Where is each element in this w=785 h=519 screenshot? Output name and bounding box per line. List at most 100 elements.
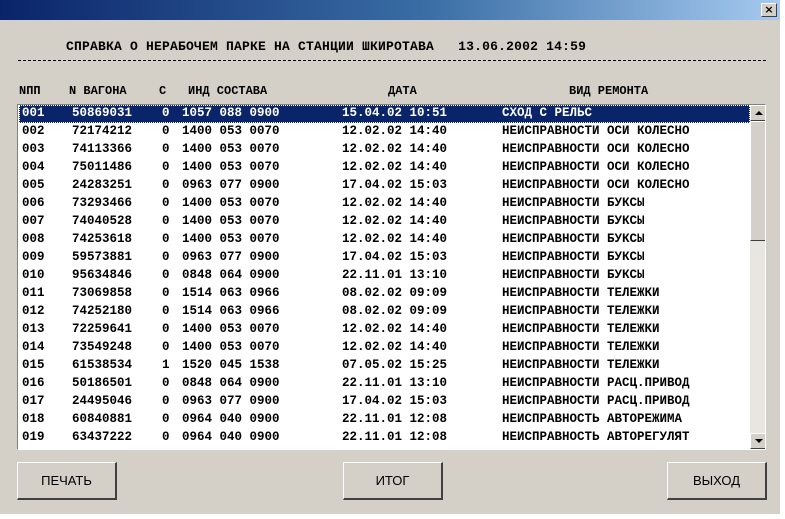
table-row[interactable]: 001 50869031 0 1057 088 0900 15.04.02 10:51 С… [19,105,750,123]
table-row[interactable]: 014 73549248 0 1400 053 0070 12.02.02 14:40 Н… [19,339,750,357]
report-date: 13.06.2002 14:59 [458,39,587,54]
cell-repair: НЕИСПРАВНОСТИ БУКСЫ [502,232,645,246]
table-row[interactable]: 002 72174212 0 1400 053 0070 12.02.02 14:40 Н… [19,123,750,141]
cell-repair: НЕИСПРАВНОСТЬ АВТОРЕЖИМА [502,412,683,426]
cell-npp: 012 [22,304,45,318]
cell-c: 0 [162,160,170,174]
cell-train: 0848 064 0900 [182,268,280,282]
cell-npp: 015 [22,358,45,372]
cell-train: 1400 053 0070 [182,322,280,336]
cell-wagon: 60840881 [72,412,133,426]
title-bar[interactable] [0,0,780,20]
cell-train: 1520 045 1538 [182,358,280,372]
cell-repair: НЕИСПРАВНОСТИ ТЕЛЕЖКИ [502,304,660,318]
cell-repair: НЕИСПРАВНОСТИ ОСИ КОЛЕСНО [502,160,690,174]
print-button[interactable]: ПЕЧАТЬ [17,462,117,500]
cell-wagon: 50869031 [72,106,133,120]
table-row[interactable]: 004 75011486 0 1400 053 0070 12.02.02 14:40 Н… [19,159,750,177]
table-row[interactable]: 012 74252180 0 1514 063 0966 08.02.02 09:09 Н… [19,303,750,321]
table-row[interactable]: 017 24495046 0 0963 077 0900 17.04.02 15:03 Н… [19,393,750,411]
cell-c: 0 [162,232,170,246]
table-row[interactable]: 019 63437222 0 0964 040 0900 22.11.01 12:08 Н… [19,429,750,447]
cell-wagon: 50186501 [72,376,133,390]
table-row[interactable]: 018 60840881 0 0964 040 0900 22.11.01 12:08 Н… [19,411,750,429]
cell-wagon: 74252180 [72,304,133,318]
cell-c: 0 [162,250,170,264]
table-row[interactable]: 007 74040528 0 1400 053 0070 12.02.02 14:40 Н… [19,213,750,231]
cell-train: 1057 088 0900 [182,106,280,120]
table-row[interactable]: 010 95634846 0 0848 064 0900 22.11.01 13:10 Н… [19,267,750,285]
cell-wagon: 95634846 [72,268,133,282]
cell-date: 17.04.02 15:03 [342,394,448,408]
table-row[interactable]: 016 50186501 0 0848 064 0900 22.11.01 13:10 Н… [19,375,750,393]
cell-date: 22.11.01 12:08 [342,412,448,426]
cell-date: 12.02.02 14:40 [342,142,448,156]
cell-date: 17.04.02 15:03 [342,250,448,264]
cell-npp: 018 [22,412,45,426]
cell-c: 0 [162,304,170,318]
col-header-c: С [159,84,167,98]
cell-npp: 006 [22,196,45,210]
cell-date: 08.02.02 09:09 [342,304,448,318]
table-row[interactable]: 005 24283251 0 0963 077 0900 17.04.02 15:03 Н… [19,177,750,195]
cell-repair: НЕИСПРАВНОСТИ БУКСЫ [502,250,645,264]
cell-date: 22.11.01 13:10 [342,268,448,282]
table-row[interactable]: 008 74253618 0 1400 053 0070 12.02.02 14:40 Н… [19,231,750,249]
close-button[interactable]: × [761,3,777,17]
cell-c: 0 [162,430,170,444]
cell-c: 0 [162,214,170,228]
cell-wagon: 61538534 [72,358,133,372]
cell-wagon: 73549248 [72,340,133,354]
cell-train: 1400 053 0070 [182,142,280,156]
cell-wagon: 74253618 [72,232,133,246]
cell-date: 22.11.01 12:08 [342,430,448,444]
cell-repair: НЕИСПРАВНОСТИ ОСИ КОЛЕСНО [502,124,690,138]
cell-train: 0964 040 0900 [182,412,280,426]
table-row[interactable]: 009 59573881 0 0963 077 0900 17.04.02 15:03 Н… [19,249,750,267]
cell-date: 12.02.02 14:40 [342,124,448,138]
cell-npp: 011 [22,286,45,300]
report-window: × СПРАВКА О НЕРАБОЧЕМ ПАРКЕ НА СТАНЦИИ Ш… [0,0,780,514]
table-row[interactable]: 006 73293466 0 1400 053 0070 12.02.02 14:40 Н… [19,195,750,213]
table-row[interactable]: 015 61538534 1 1520 045 1538 07.05.02 15:25 Н… [19,357,750,375]
scroll-thumb[interactable] [750,121,765,241]
cell-c: 0 [162,124,170,138]
cell-train: 0848 064 0900 [182,376,280,390]
cell-repair: СХОД С РЕЛЬС [502,106,593,120]
scroll-up-button[interactable] [750,105,765,121]
header-divider [18,60,766,61]
cell-c: 0 [162,394,170,408]
cell-wagon: 73069858 [72,286,133,300]
wagon-list[interactable]: 019 63437222 0 0964 040 0900 22.11.01 12:08 Н… [17,104,766,450]
scroll-down-button[interactable] [750,433,765,449]
cell-npp: 007 [22,214,45,228]
cell-train: 0964 040 0900 [182,430,280,444]
table-row[interactable]: 003 74113366 0 1400 053 0070 12.02.02 14:40 Н… [19,141,750,159]
table-row[interactable]: 013 72259641 0 1400 053 0070 12.02.02 14:40 Н… [19,321,750,339]
col-header-repair: ВИД РЕМОНТА [569,84,649,98]
cell-npp: 008 [22,232,45,246]
cell-date: 22.11.01 13:10 [342,376,448,390]
cell-train: 1400 053 0070 [182,160,280,174]
cell-repair: НЕИСПРАВНОСТИ БУКСЫ [502,268,645,282]
exit-button[interactable]: ВЫХОД [667,462,767,500]
cell-c: 1 [162,358,170,372]
vertical-scrollbar[interactable] [750,105,765,449]
cell-repair: НЕИСПРАВНОСТИ БУКСЫ [502,196,645,210]
cell-wagon: 75011486 [72,160,133,174]
cell-npp: 017 [22,394,45,408]
report-title: СПРАВКА О НЕРАБОЧЕМ ПАРКЕ НА СТАНЦИИ ШКИ… [66,39,435,54]
cell-c: 0 [162,376,170,390]
cell-wagon: 24495046 [72,394,133,408]
cell-train: 1400 053 0070 [182,196,280,210]
col-header-npp: NПП [19,84,41,98]
cell-c: 0 [162,412,170,426]
cell-repair: НЕИСПРАВНОСТИ ОСИ КОЛЕСНО [502,178,690,192]
cell-wagon: 63437222 [72,430,133,444]
cell-c: 0 [162,106,170,120]
table-row[interactable]: 011 73069858 0 1514 063 0966 08.02.02 09:09 Н… [19,285,750,303]
cell-wagon: 24283251 [72,178,133,192]
total-button[interactable]: ИТОГ [343,462,443,500]
cell-repair: НЕИСПРАВНОСТИ ТЕЛЕЖКИ [502,358,660,372]
cell-wagon: 72259641 [72,322,133,336]
